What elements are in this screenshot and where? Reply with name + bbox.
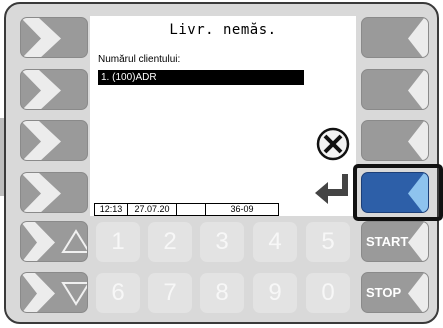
left-soft-key-3[interactable] (20, 120, 88, 161)
status-date: 27.07.20 (127, 204, 176, 215)
numpad-key-9[interactable]: 9 (253, 273, 297, 313)
numpad-key-8[interactable]: 8 (200, 273, 244, 313)
cancel-x-icon (316, 127, 350, 161)
cancel-button[interactable] (316, 127, 350, 161)
customer-number-label: Numărul clientului: (98, 54, 181, 65)
numpad-key-1[interactable]: 1 (96, 222, 140, 262)
page-title: Livr. nemăs. (169, 22, 277, 38)
left-soft-key-2[interactable] (20, 69, 88, 110)
right-soft-key-1[interactable] (361, 17, 429, 58)
enter-button[interactable] (312, 172, 352, 206)
up-button[interactable] (20, 221, 88, 262)
numpad-key-4[interactable]: 4 (253, 222, 297, 262)
chevron-arrow-icon (21, 121, 61, 160)
enter-arrow-icon (315, 174, 348, 204)
up-triangle-icon (61, 229, 87, 253)
chevron-arrow-icon (21, 70, 61, 109)
stop-label: STOP (366, 285, 402, 300)
left-soft-key-1[interactable] (20, 17, 88, 58)
numpad-key-2[interactable]: 2 (148, 222, 192, 262)
list-item-selected[interactable]: 1. (100)ADR (98, 70, 304, 85)
numpad-key-0[interactable]: 0 (306, 273, 350, 313)
numpad-key-5[interactable]: 5 (306, 222, 350, 262)
status-time: 12:13 (94, 204, 127, 215)
start-label: START (366, 234, 409, 249)
status-bar: 12:13 27.07.20 36-09 (94, 203, 279, 216)
numpad-key-3[interactable]: 3 (200, 222, 244, 262)
numpad-key-6[interactable]: 6 (96, 273, 140, 313)
start-button[interactable]: START (361, 221, 429, 262)
chevron-arrow-icon (21, 18, 61, 57)
right-soft-key-4-active[interactable] (361, 172, 429, 213)
left-soft-key-4[interactable] (20, 172, 88, 213)
chevron-arrow-icon (408, 121, 428, 160)
status-code: 36-09 (205, 204, 279, 215)
chevron-arrow-icon (21, 173, 61, 212)
status-empty (176, 204, 205, 215)
chevron-arrow-icon (408, 18, 428, 57)
down-button[interactable] (20, 272, 88, 313)
chevron-arrow-icon (408, 173, 428, 212)
down-triangle-icon (61, 282, 87, 306)
chevron-arrow-icon (408, 70, 428, 109)
right-soft-key-2[interactable] (361, 69, 429, 110)
stop-button[interactable]: STOP (361, 272, 429, 313)
numpad-key-7[interactable]: 7 (148, 273, 192, 313)
right-soft-key-3[interactable] (361, 120, 429, 161)
